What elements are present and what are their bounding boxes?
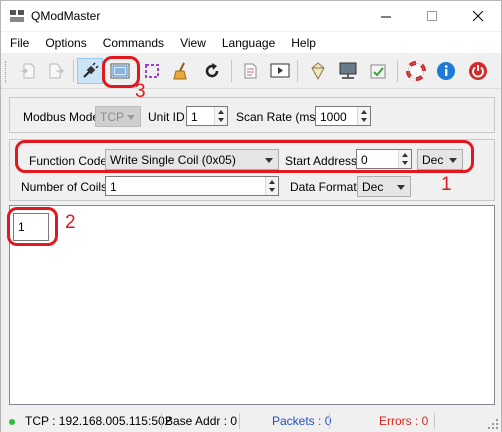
- modbus-mode-value: TCP: [100, 110, 124, 124]
- minimize-button[interactable]: [363, 1, 409, 31]
- register-button[interactable]: [335, 58, 361, 84]
- connection-status-icon: [9, 419, 15, 425]
- info-icon: [437, 62, 455, 80]
- annotation-label-1: 1: [441, 174, 452, 195]
- select-icon: [145, 64, 159, 78]
- modbus-mode-select: TCP: [95, 106, 141, 127]
- app-icon: [10, 10, 24, 22]
- help-button[interactable]: [403, 58, 429, 84]
- spin-down-icon[interactable]: [218, 118, 224, 122]
- scan-rate-stepper[interactable]: 1000: [315, 106, 371, 126]
- spin-up-icon[interactable]: [269, 180, 275, 184]
- number-of-coils-stepper[interactable]: 1: [105, 176, 279, 196]
- menu-file[interactable]: File: [1, 32, 36, 53]
- annotation-ring-2: [7, 207, 58, 246]
- annotation-ring-1: [15, 140, 474, 173]
- chevron-down-icon: [127, 115, 135, 120]
- menu-bar: File Options Commands View Language Help: [1, 32, 501, 53]
- play-button[interactable]: [267, 58, 293, 84]
- refresh-button[interactable]: [199, 58, 225, 84]
- toolbar: [1, 53, 501, 89]
- data-format-value: Dec: [362, 180, 384, 194]
- help-icon: [406, 61, 426, 81]
- play-icon: [270, 63, 290, 78]
- connect-icon: [21, 63, 35, 79]
- data-format-select[interactable]: Dec: [357, 176, 411, 197]
- resize-grip-icon[interactable]: [488, 419, 498, 429]
- data-grid: [9, 205, 495, 405]
- chevron-down-icon: [397, 185, 405, 190]
- menu-options[interactable]: Options: [36, 32, 93, 53]
- menu-view[interactable]: View: [171, 32, 213, 53]
- spin-up-icon[interactable]: [218, 110, 224, 114]
- data-format-label: Data Format: [290, 180, 357, 194]
- register-icon: [339, 62, 357, 79]
- number-of-coils-value: 1: [110, 180, 117, 194]
- menu-commands[interactable]: Commands: [94, 32, 171, 53]
- connection-status: TCP : 192.168.005.115:502: [25, 414, 172, 428]
- close-icon: [472, 10, 483, 21]
- disconnect-button[interactable]: [43, 58, 69, 84]
- annotation-label-3: 3: [135, 81, 146, 102]
- info-button[interactable]: [433, 58, 459, 84]
- network-icon: [311, 62, 325, 80]
- network-button[interactable]: [305, 58, 331, 84]
- log-button[interactable]: [237, 58, 263, 84]
- menu-language[interactable]: Language: [213, 32, 282, 53]
- refresh-icon: [205, 63, 219, 78]
- close-button[interactable]: [455, 1, 501, 31]
- unit-id-stepper[interactable]: 1: [186, 106, 228, 126]
- spin-down-icon[interactable]: [361, 118, 367, 122]
- maximize-icon: [426, 10, 437, 21]
- window-title: QModMaster: [31, 9, 101, 23]
- scan-rate-label: Scan Rate (ms): [236, 110, 320, 124]
- exit-icon: [469, 62, 487, 80]
- toolbar-grip[interactable]: [5, 61, 8, 83]
- clear-icon: [173, 62, 187, 80]
- spin-down-icon[interactable]: [269, 188, 275, 192]
- status-bar: TCP : 192.168.005.115:502 Base Addr : 0 …: [1, 409, 501, 432]
- plug-icon: [83, 62, 99, 78]
- errors-status: Errors : 0: [379, 414, 429, 428]
- base-addr-status: Base Addr : 0: [165, 414, 238, 428]
- packets-status: Packets : 0: [272, 414, 332, 428]
- menu-help[interactable]: Help: [282, 32, 323, 53]
- annotation-label-2: 2: [65, 212, 76, 233]
- log-icon: [244, 63, 257, 79]
- disconnect-icon: [49, 63, 64, 79]
- checkbox-icon: [370, 64, 386, 79]
- plug-button[interactable]: [77, 58, 103, 84]
- connect-button[interactable]: [15, 58, 41, 84]
- unit-id-value: 1: [191, 110, 198, 124]
- clear-button[interactable]: [169, 58, 195, 84]
- main-window: QModMaster File Options Commands View La…: [0, 0, 502, 432]
- checkbox-button[interactable]: [365, 58, 391, 84]
- number-of-coils-label: Number of Coils: [21, 180, 108, 194]
- title-bar: QModMaster: [1, 1, 501, 31]
- scan-rate-value: 1000: [320, 110, 347, 124]
- minimize-icon: [380, 16, 391, 17]
- spin-up-icon[interactable]: [361, 110, 367, 114]
- unit-id-label: Unit ID: [148, 110, 185, 124]
- exit-button[interactable]: [465, 58, 491, 84]
- modbus-mode-label: Modbus Mode: [23, 110, 100, 124]
- maximize-button[interactable]: [409, 1, 455, 31]
